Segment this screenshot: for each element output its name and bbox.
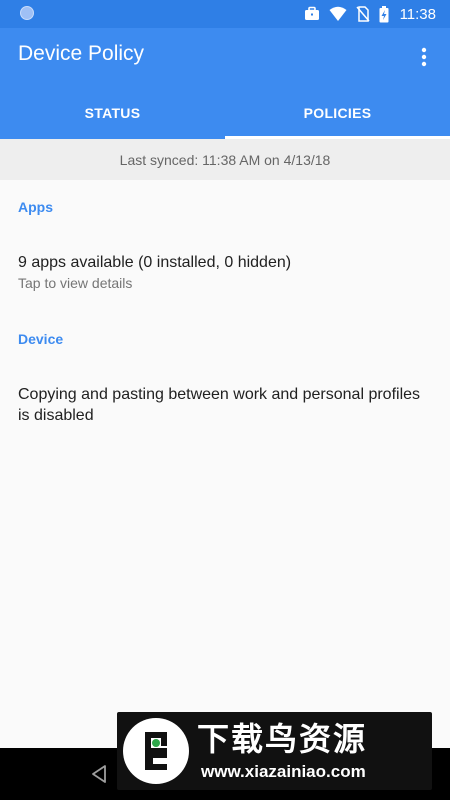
apps-details-hint: Tap to view details [18,275,133,291]
notification-dot-icon [20,6,34,20]
app-bar: Device Policy [0,28,450,86]
section-header-device: Device [18,331,64,347]
apps-available-text: 9 apps available (0 installed, 0 hidden) [18,254,292,271]
more-vert-icon [421,47,427,67]
last-synced-banner: Last synced: 11:38 AM on 4/13/18 [0,139,450,180]
tab-status[interactable]: STATUS [0,86,225,139]
back-icon[interactable] [90,764,110,784]
battery-charging-icon [379,5,389,22]
tab-bar: STATUS POLICIES [0,86,450,139]
device-policy-screen: 11:38 Device Policy STATUS POLICIES Last… [0,0,450,800]
status-time: 11:38 [399,5,436,23]
status-icons: 11:38 [304,4,436,24]
copy-paste-policy-text: Copying and pasting between work and per… [18,386,421,424]
policies-content: Apps 9 apps available (0 installed, 0 hi… [0,180,450,748]
wifi-icon [329,6,347,21]
copy-paste-policy-item: Copying and pasting between work and per… [0,384,450,426]
watermark-banner: 下载鸟资源 www.xiazainiao.com [117,712,432,790]
watermark-title: 下载鸟资源 [197,720,368,758]
no-sim-icon [355,6,370,22]
watermark-url: www.xiazainiao.com [201,762,366,781]
overflow-menu-button[interactable] [412,45,436,69]
status-bar: 11:38 [0,0,450,28]
tab-policies[interactable]: POLICIES [225,86,450,139]
section-header-apps: Apps [18,199,53,215]
work-briefcase-icon [304,6,319,20]
apps-available-item[interactable]: 9 apps available (0 installed, 0 hidden)… [0,252,450,291]
watermark-logo-icon [123,718,189,784]
page-title: Device Policy [18,42,145,65]
